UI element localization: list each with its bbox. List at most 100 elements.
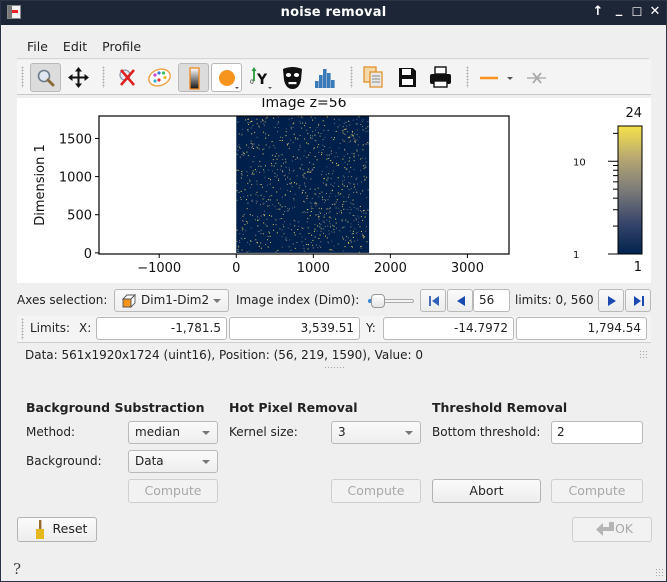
reset-zoom-button[interactable] [112, 63, 143, 92]
minimize-button[interactable]: _ [611, 2, 627, 18]
hot-pixel-compute-button[interactable]: Compute [331, 479, 421, 503]
toolbar-grip[interactable] [350, 66, 353, 88]
noise-pixel [350, 202, 351, 204]
noise-pixel [326, 154, 328, 156]
noise-pixel [247, 129, 249, 131]
image-plot[interactable]: Image z=56 Dimension 1 −1000 0 1000 2000 300… [17, 98, 651, 283]
clear-profile-button[interactable] [521, 63, 552, 92]
plot-area[interactable]: Image z=56 Dimension 1 −1000 0 1000 2000 300… [17, 98, 651, 283]
last-frame-button[interactable] [625, 289, 651, 312]
previous-frame-button[interactable] [447, 289, 473, 312]
copy-button[interactable] [358, 63, 389, 92]
x-min-input[interactable]: -1,781.5 [96, 317, 227, 340]
axes-selection-combo[interactable]: Dim1-Dim2 [114, 289, 229, 312]
menu-profile[interactable]: Profile [102, 39, 141, 54]
abort-button[interactable]: Abort [432, 479, 541, 503]
noise-pixel [274, 176, 276, 177]
noise-pixel [236, 190, 238, 192]
move-arrows-icon [68, 67, 89, 88]
printer-icon [430, 66, 451, 88]
noise-pixel [347, 196, 349, 198]
x-limits-label: X: [79, 321, 92, 335]
next-frame-button[interactable] [598, 289, 624, 312]
noise-pixel [326, 179, 328, 181]
noise-pixel [303, 211, 305, 213]
aspect-ratio-button[interactable] [211, 63, 242, 92]
noise-pixel [343, 179, 345, 181]
noise-pixel [250, 140, 252, 142]
close-button[interactable]: ✕ [647, 4, 663, 20]
noise-pixel [260, 247, 262, 249]
noise-pixel [307, 248, 309, 250]
noise-pixel [326, 208, 328, 210]
noise-pixel [333, 245, 335, 247]
y-min-input[interactable]: -14.7972 [383, 317, 514, 340]
noise-pixel [313, 230, 315, 232]
noise-pixel [277, 127, 279, 128]
save-button[interactable] [392, 63, 423, 92]
noise-pixel [281, 235, 283, 237]
noise-pixel [360, 193, 361, 195]
noise-pixel [256, 242, 258, 244]
colormap-button[interactable] [144, 63, 175, 92]
noise-pixel [240, 197, 242, 198]
threshold-compute-button[interactable]: Compute [551, 479, 643, 503]
help-icon[interactable]: ? [13, 560, 21, 578]
background-combo[interactable]: Data [128, 450, 218, 473]
noise-pixel [289, 239, 291, 241]
y-axis-direction-button[interactable]: 0 Y [245, 63, 276, 92]
toolbar-grip[interactable] [102, 66, 105, 88]
noise-pixel [343, 122, 345, 124]
x-max-input[interactable]: 3,539.51 [229, 317, 360, 340]
colorbar-toggle-button[interactable] [178, 63, 209, 92]
profile-line-button[interactable] [475, 63, 517, 92]
menu-edit[interactable]: Edit [63, 39, 87, 54]
noise-pixel [323, 232, 324, 234]
first-frame-button[interactable] [420, 289, 446, 312]
reset-button[interactable]: Reset [17, 517, 97, 542]
kernel-size-combo[interactable]: 3 [331, 421, 421, 444]
background-compute-button[interactable]: Compute [128, 479, 218, 503]
separator [17, 342, 651, 343]
y-axis-icon: 0 Y [250, 67, 272, 89]
noise-pixel [310, 208, 312, 210]
splitter-handle[interactable] [324, 366, 344, 369]
resize-grip[interactable] [639, 350, 648, 359]
y-max-input[interactable]: 1,794.54 [516, 317, 647, 340]
noise-pixel [325, 193, 327, 194]
ok-button[interactable]: OK [572, 517, 652, 542]
ok-label: OK [614, 521, 634, 536]
noise-pixel [307, 171, 308, 173]
image-index-slider[interactable] [368, 294, 414, 308]
pan-mode-button[interactable] [63, 63, 94, 92]
toolbar-grip[interactable] [21, 66, 24, 88]
noise-pixel [269, 183, 271, 185]
noise-pixel [298, 149, 300, 151]
bottom-threshold-input[interactable]: 2 [551, 421, 643, 444]
noise-pixel [342, 132, 344, 134]
noise-pixel [277, 121, 279, 123]
method-combo[interactable]: median [128, 421, 218, 444]
noise-pixel [274, 147, 276, 149]
noise-pixel [329, 208, 330, 210]
keep-above-button[interactable]: ↑ [590, 4, 606, 20]
mask-tools-button[interactable] [277, 63, 308, 92]
image-index-input[interactable]: 56 [473, 289, 510, 312]
noise-pixel [310, 170, 312, 172]
histogram-button[interactable] [309, 63, 340, 92]
noise-pixel [252, 215, 254, 217]
maximize-button[interactable]: ☐ [629, 4, 645, 20]
slider-handle[interactable] [371, 294, 386, 308]
noise-pixel [245, 230, 247, 232]
noise-pixel [246, 151, 248, 153]
zoom-mode-button[interactable] [30, 63, 61, 92]
print-button[interactable] [425, 63, 456, 92]
noise-pixel [253, 148, 255, 149]
toolbar-grip[interactable] [21, 318, 24, 340]
toolbar-grip[interactable] [466, 66, 469, 88]
noise-pixel [249, 122, 251, 124]
noise-pixel [251, 120, 253, 122]
menu-file[interactable]: File [27, 39, 48, 54]
window-resize-grip[interactable] [655, 568, 664, 577]
noise-pixel [238, 144, 240, 146]
